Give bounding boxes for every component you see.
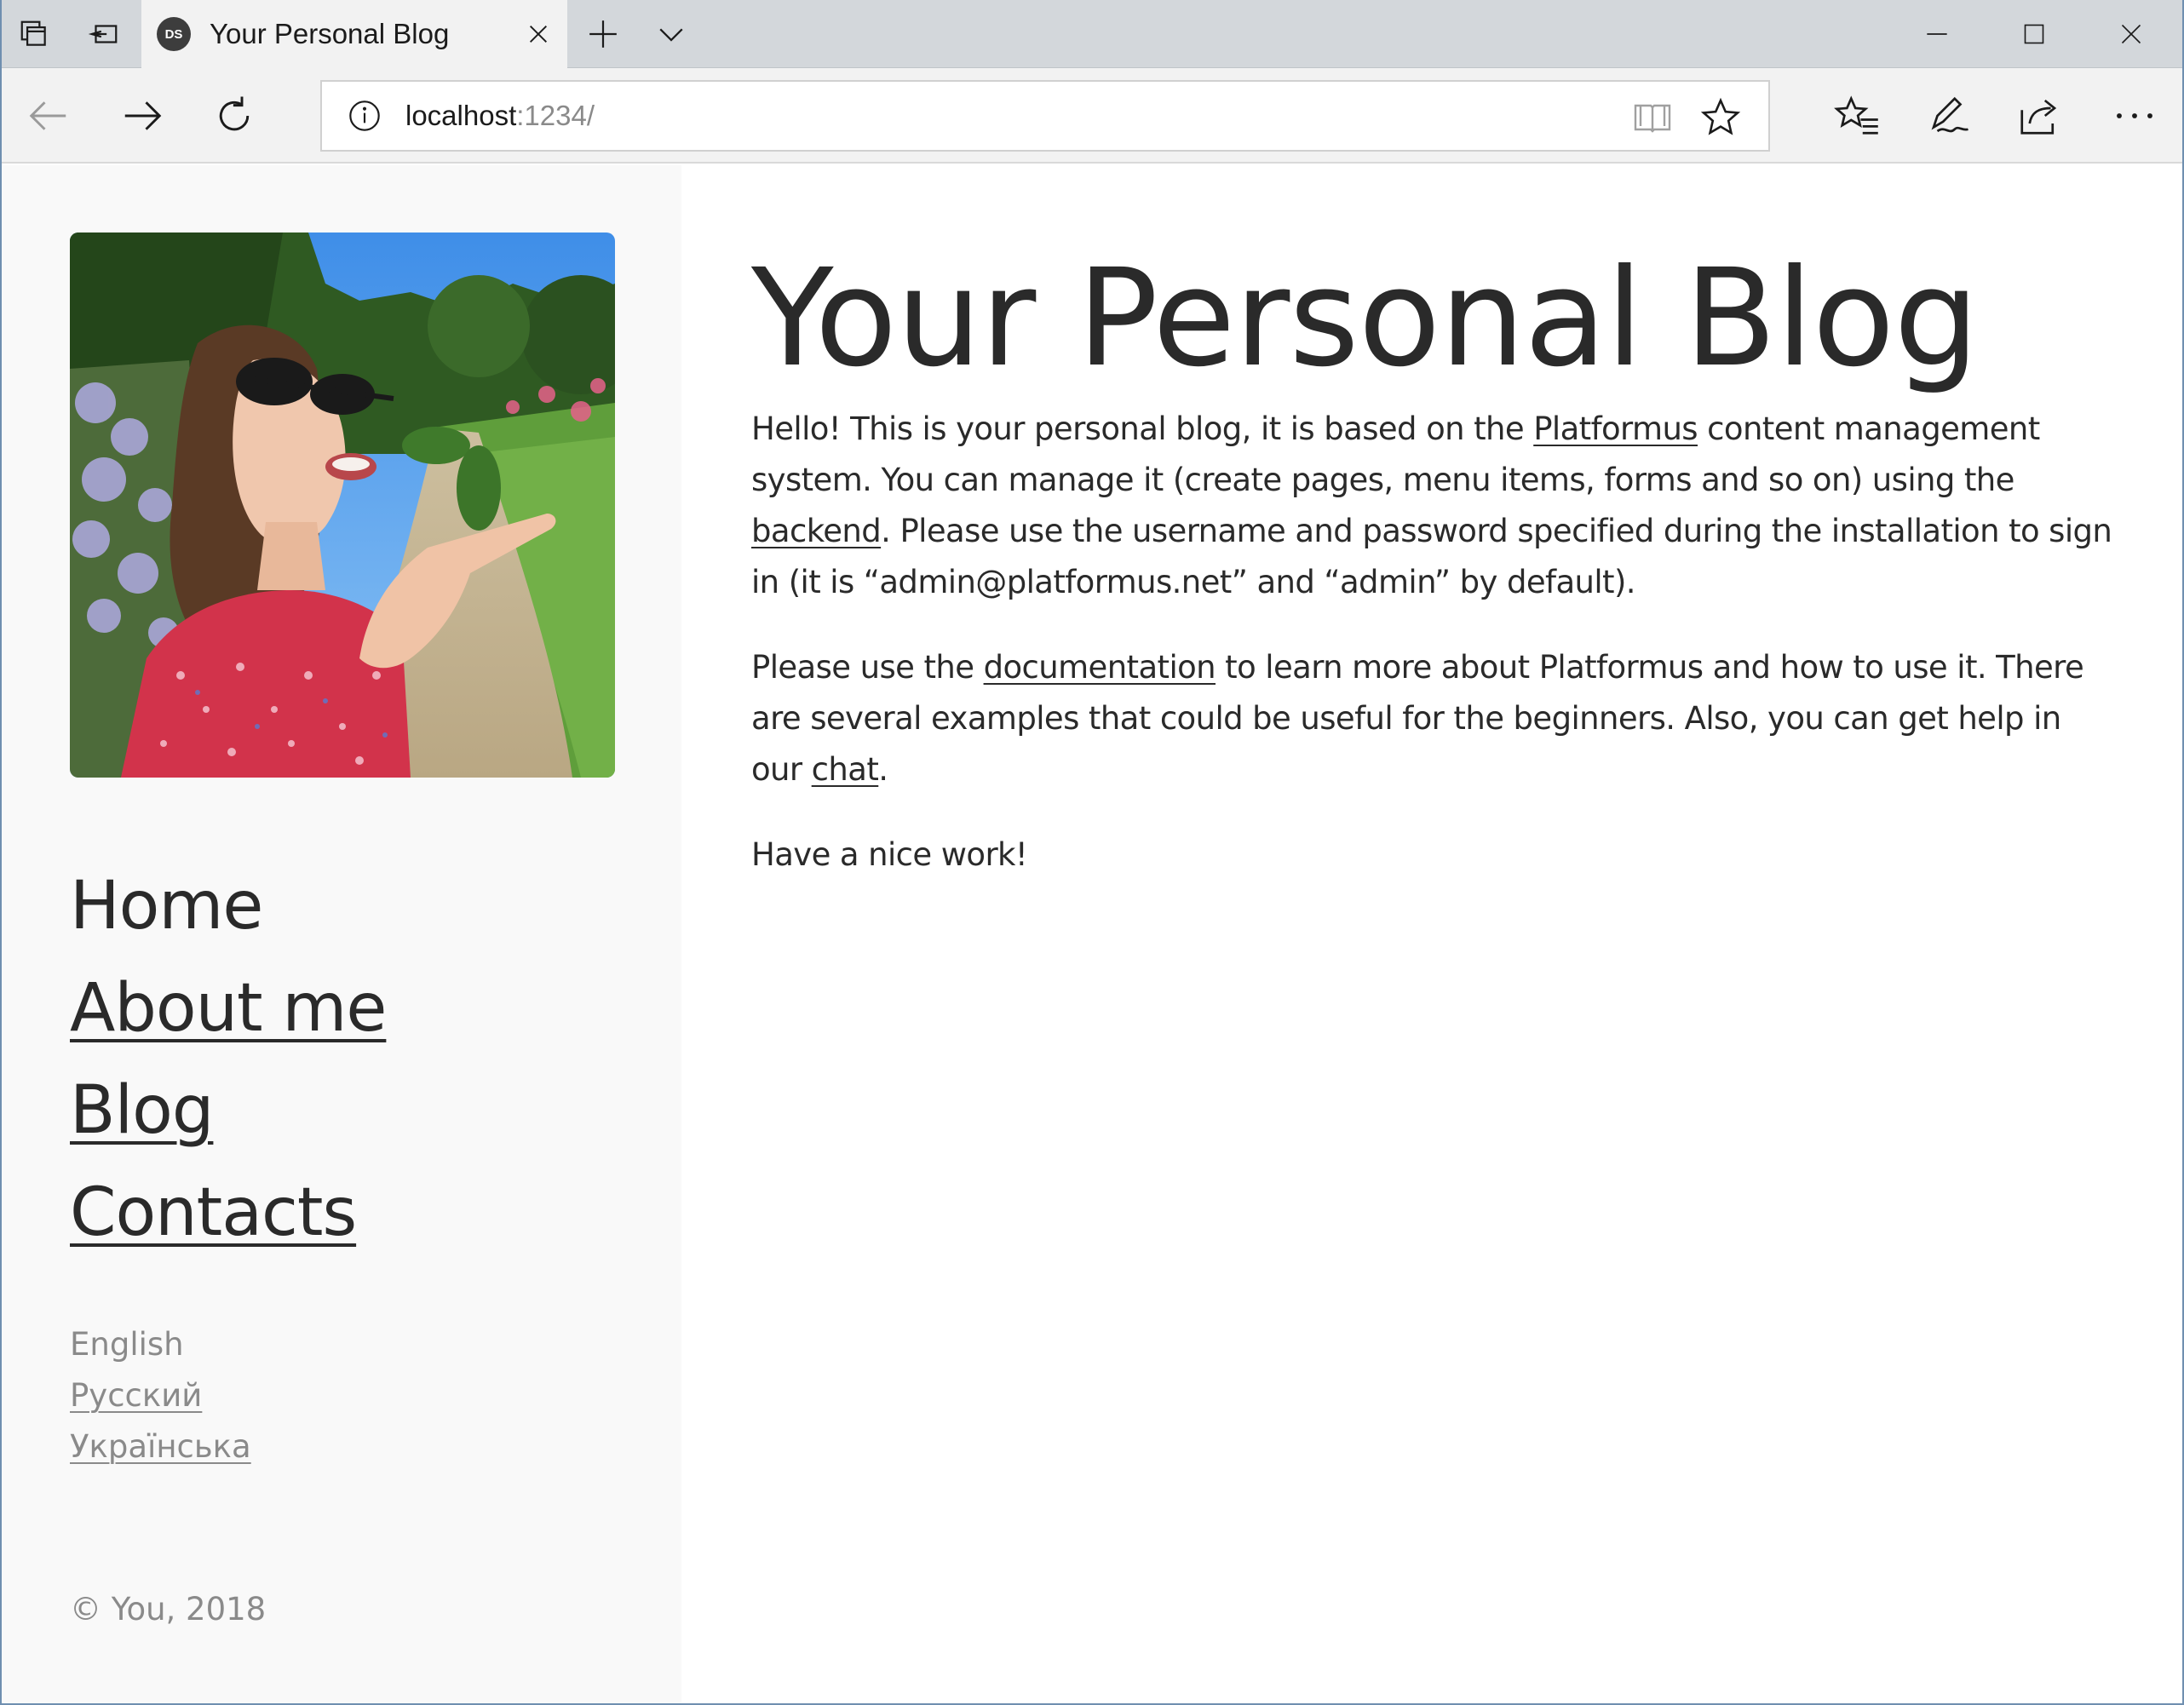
- main-content: Your Personal Blog Hello! This is your p…: [751, 233, 2114, 881]
- page-title: Your Personal Blog: [751, 240, 1980, 397]
- minimize-icon[interactable]: [1889, 0, 1985, 68]
- sidebar: Home About me Blog Contacts English Русс…: [0, 165, 681, 1705]
- menu-item-contacts[interactable]: Contacts: [70, 1162, 386, 1264]
- language-switcher: English Русский Українська: [70, 1319, 251, 1472]
- backend-link[interactable]: backend: [751, 513, 882, 549]
- language-english[interactable]: English: [70, 1319, 251, 1370]
- browser-toolbar: localhost:1234/: [0, 68, 2184, 164]
- platformus-link[interactable]: Platformus: [1533, 410, 1698, 447]
- set-aside-tabs-icon[interactable]: [78, 0, 129, 68]
- intro-paragraph: Hello! This is your personal blog, it is…: [751, 404, 2114, 608]
- menu-item-home[interactable]: Home: [70, 855, 386, 957]
- url-host: localhost: [405, 100, 517, 131]
- p2-text-3: .: [878, 751, 888, 788]
- chat-link[interactable]: chat: [812, 751, 879, 788]
- close-window-icon[interactable]: [2083, 0, 2179, 68]
- documentation-link[interactable]: documentation: [984, 649, 1216, 686]
- new-tab-icon[interactable]: [576, 0, 630, 68]
- web-page: Home About me Blog Contacts English Русс…: [0, 165, 2184, 1705]
- menu-item-blog[interactable]: Blog: [70, 1059, 386, 1162]
- share-icon[interactable]: [1997, 68, 2082, 164]
- closing-paragraph: Have a nice work!: [751, 836, 1028, 873]
- p1-text-3: . Please use the username and password s…: [751, 513, 2112, 600]
- forward-arrow-icon[interactable]: [104, 68, 181, 164]
- favorites-list-icon[interactable]: [1814, 68, 1900, 164]
- tab-title: Your Personal Blog: [210, 18, 450, 49]
- address-bar[interactable]: localhost:1234/: [320, 80, 1770, 152]
- tab-bar: DS Your Personal Blog: [0, 0, 2184, 68]
- pen-notes-icon[interactable]: [1906, 68, 1991, 164]
- window-border: [0, 0, 2, 1705]
- copyright: © You, 2018: [70, 1591, 267, 1628]
- url-port: :1234/: [516, 100, 595, 131]
- active-tab[interactable]: DS Your Personal Blog: [141, 0, 567, 68]
- more-options-icon[interactable]: [2092, 68, 2177, 164]
- reading-view-icon[interactable]: [1630, 95, 1675, 140]
- tab-preview-icon[interactable]: [9, 0, 60, 68]
- p2-text-1: Please use the: [751, 649, 984, 686]
- tab-favicon: DS: [157, 17, 191, 51]
- p1-text-1: Hello! This is your personal blog, it is…: [751, 410, 1534, 447]
- favorite-star-icon[interactable]: [1698, 95, 1743, 140]
- back-arrow-icon[interactable]: [10, 68, 87, 164]
- info-icon[interactable]: [348, 99, 382, 133]
- menu-item-about-me[interactable]: About me: [70, 957, 387, 1059]
- maximize-icon[interactable]: [1986, 0, 2082, 68]
- close-tab-icon[interactable]: [521, 17, 555, 51]
- language-russian[interactable]: Русский: [70, 1370, 251, 1421]
- language-ukrainian[interactable]: Українська: [70, 1421, 251, 1472]
- profile-photo: [70, 232, 615, 778]
- refresh-icon[interactable]: [196, 68, 273, 164]
- docs-paragraph: Please use the documentation to learn mo…: [751, 642, 2114, 795]
- chevron-down-icon[interactable]: [644, 0, 698, 68]
- url-text[interactable]: localhost:1234/: [405, 82, 595, 150]
- main-menu: Home About me Blog Contacts: [70, 855, 387, 1264]
